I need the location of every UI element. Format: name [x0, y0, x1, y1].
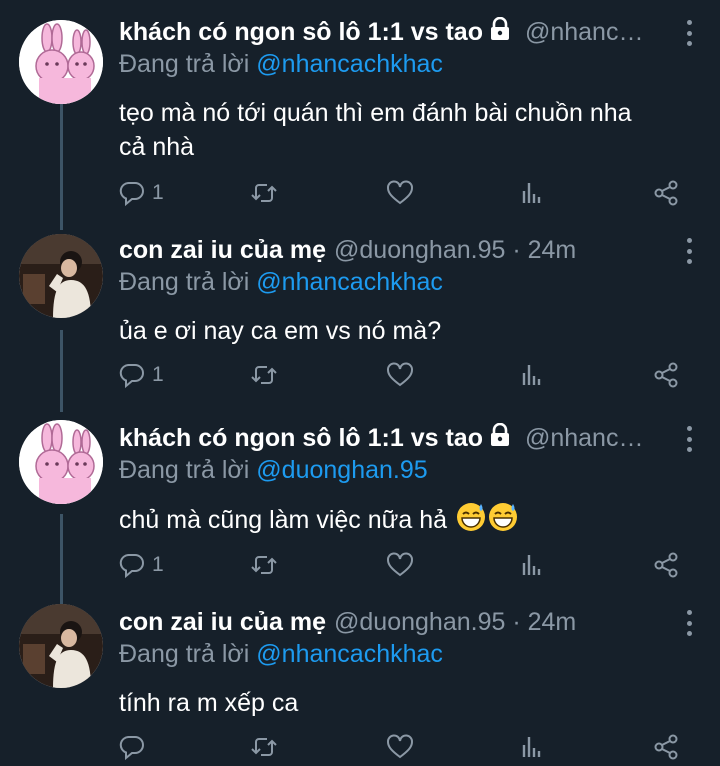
- views-icon: [522, 183, 541, 203]
- tweet-text: chủ mà cũng làm việc nữa hả: [119, 502, 699, 541]
- reply-mention-link[interactable]: @nhancachkhac: [256, 268, 443, 296]
- heart-icon: [387, 734, 413, 759]
- share-button[interactable]: [652, 732, 680, 762]
- display-name[interactable]: khách có ngon sô lô 1:1 vs tao: [119, 424, 483, 453]
- more-icon[interactable]: [684, 610, 694, 636]
- tweet-text-line: cả nhà: [119, 133, 195, 161]
- share-icon: [654, 552, 678, 578]
- views-button[interactable]: [518, 550, 546, 580]
- tweet-header: khách có ngon sô lô 1:1 vs tao @nhanc…: [119, 14, 672, 50]
- retweet-button[interactable]: [250, 732, 278, 762]
- tweet-header: con zai iu của mẹ @duonghan.95 · 24m: [119, 604, 672, 640]
- user-handle[interactable]: @nhanc…: [525, 18, 644, 47]
- reply-count: 1: [152, 181, 164, 204]
- share-icon: [654, 734, 678, 760]
- pink-bunny-avatar[interactable]: [19, 20, 103, 104]
- replying-to: Đang trả lời @nhancachkhac: [119, 640, 443, 669]
- retweet-icon: [251, 556, 277, 574]
- display-name[interactable]: khách có ngon sô lô 1:1 vs tao: [119, 18, 483, 47]
- reply-mention-link[interactable]: @nhancachkhac: [256, 50, 443, 78]
- heart-icon: [387, 180, 413, 205]
- tweet-text: tính ra m xếp ca: [119, 686, 699, 720]
- reply-button[interactable]: [118, 732, 146, 762]
- share-icon: [654, 180, 678, 206]
- like-button[interactable]: [386, 178, 414, 208]
- like-button[interactable]: [386, 360, 414, 390]
- more-icon[interactable]: [684, 238, 694, 264]
- replying-to: Đang trả lời @duonghan.95: [119, 456, 428, 485]
- retweet-icon: [251, 366, 277, 384]
- retweet-button[interactable]: [250, 178, 278, 208]
- lock-icon: [489, 422, 511, 454]
- reply-label: Đang trả lời: [119, 50, 250, 78]
- tweet[interactable]: con zai iu của mẹ @duonghan.95 · 24m Đan…: [0, 604, 720, 766]
- tweet-text-line: chủ mà cũng làm việc nữa hả: [119, 506, 448, 535]
- reply-label: Đang trả lời: [119, 640, 250, 668]
- reply-label: Đang trả lời: [119, 268, 250, 296]
- views-icon: [522, 365, 541, 385]
- retweet-icon: [251, 184, 277, 202]
- replying-to: Đang trả lời @nhancachkhac: [119, 268, 443, 297]
- tweet-text-line: tính ra m xếp ca: [119, 689, 299, 717]
- views-button[interactable]: [518, 360, 546, 390]
- user-handle[interactable]: @duonghan.95 · 24m: [334, 236, 576, 265]
- tweet-actions: 1: [0, 550, 720, 580]
- tweet[interactable]: khách có ngon sô lô 1:1 vs tao @nhanc… Đ…: [0, 14, 720, 214]
- tweet-actions: 1: [0, 360, 720, 390]
- tweet-actions: 1: [0, 178, 720, 208]
- tweet-actions: [0, 732, 720, 762]
- views-icon: [522, 555, 541, 575]
- user-handle[interactable]: @duonghan.95 · 24m: [334, 608, 576, 637]
- like-button[interactable]: [386, 550, 414, 580]
- tweet-header: khách có ngon sô lô 1:1 vs tao @nhanc…: [119, 420, 672, 456]
- heart-icon: [387, 552, 413, 577]
- tweet[interactable]: khách có ngon sô lô 1:1 vs tao @nhanc… Đ…: [0, 420, 720, 590]
- user-handle[interactable]: @nhanc…: [525, 424, 644, 453]
- lock-icon: [489, 16, 511, 48]
- share-icon: [654, 362, 678, 388]
- heart-icon: [387, 362, 413, 387]
- tweet[interactable]: con zai iu của mẹ @duonghan.95 · 24m Đan…: [0, 232, 720, 402]
- photo-avatar[interactable]: [19, 234, 103, 318]
- views-button[interactable]: [518, 178, 546, 208]
- pink-bunny-avatar[interactable]: [19, 420, 103, 504]
- more-icon[interactable]: [684, 20, 694, 46]
- share-button[interactable]: [652, 550, 680, 580]
- display-name[interactable]: con zai iu của mẹ: [119, 608, 326, 637]
- share-button[interactable]: [652, 178, 680, 208]
- reply-icon: [119, 181, 144, 207]
- tweet-text: tẹo mà nó tới quán thì em đánh bài chuồn…: [119, 96, 699, 164]
- views-icon: [522, 737, 541, 757]
- reply-mention-link[interactable]: @duonghan.95: [256, 456, 427, 484]
- tweet-header: con zai iu của mẹ @duonghan.95 · 24m: [119, 232, 672, 268]
- photo-avatar[interactable]: [19, 604, 103, 688]
- like-button[interactable]: [386, 732, 414, 762]
- reply-count: 1: [152, 553, 164, 576]
- tweet-text-line: tẹo mà nó tới quán thì em đánh bài chuồn…: [119, 99, 632, 127]
- display-name[interactable]: con zai iu của mẹ: [119, 236, 326, 265]
- reply-button[interactable]: 1: [118, 178, 164, 208]
- reply-label: Đang trả lời: [119, 456, 250, 484]
- tweet-text-line: ủa e ơi nay ca em vs nó mà?: [119, 317, 442, 345]
- reply-button[interactable]: 1: [118, 360, 164, 390]
- grinning-sweat-emoji: [488, 502, 518, 541]
- retweet-button[interactable]: [250, 550, 278, 580]
- tweet-text: ủa e ơi nay ca em vs nó mà?: [119, 314, 699, 348]
- replying-to: Đang trả lời @nhancachkhac: [119, 50, 443, 79]
- reply-count: 1: [152, 363, 164, 386]
- more-icon[interactable]: [684, 426, 694, 452]
- reply-mention-link[interactable]: @nhancachkhac: [256, 640, 443, 668]
- share-button[interactable]: [652, 360, 680, 390]
- reply-icon: [119, 553, 144, 579]
- retweet-icon: [251, 738, 277, 756]
- reply-icon: [119, 735, 144, 761]
- grinning-sweat-emoji: [456, 502, 486, 541]
- retweet-button[interactable]: [250, 360, 278, 390]
- views-button[interactable]: [518, 732, 546, 762]
- reply-icon: [119, 363, 144, 389]
- reply-button[interactable]: 1: [118, 550, 164, 580]
